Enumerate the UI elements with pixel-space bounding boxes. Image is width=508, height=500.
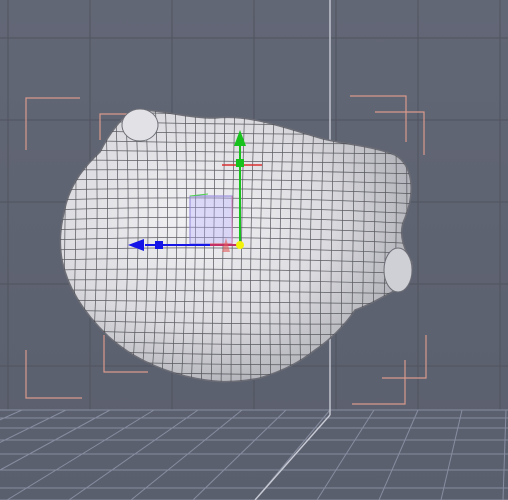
mesh-bump <box>121 108 159 142</box>
safe-frame-corner-top-right <box>350 95 407 142</box>
safe-frame-corner-bottom-right-inner <box>382 335 427 379</box>
gizmo-center-handle[interactable] <box>236 241 244 249</box>
gizmo-z-scale-handle[interactable] <box>155 241 163 249</box>
floor-grid-line <box>6 409 155 500</box>
floor-grid <box>0 409 508 500</box>
floor-grid-line <box>378 409 419 500</box>
floor-grid-line <box>316 409 375 500</box>
floor-grid-line <box>192 409 287 500</box>
mesh-bump <box>383 247 413 293</box>
floor-grid-line <box>130 409 243 500</box>
safe-frame-corner-top-right-inner <box>375 111 425 155</box>
wire-line <box>51 100 55 390</box>
safe-frame-corner-top-left <box>25 97 80 150</box>
floor-grid-line <box>0 409 67 444</box>
floor-grid-line <box>68 409 199 500</box>
floor-grid-line <box>440 409 463 500</box>
wire-line <box>50 100 420 105</box>
safe-frame-corner-bottom-left <box>25 350 82 399</box>
3d-viewport[interactable] <box>0 0 508 500</box>
scene-svg[interactable] <box>0 0 508 500</box>
floor-grid-line <box>0 409 23 421</box>
gizmo-xy-plane-handle[interactable] <box>189 195 233 245</box>
floor-grid-line <box>0 409 111 471</box>
floor-grid-line <box>502 409 507 500</box>
wire-line <box>50 390 420 394</box>
safe-frame-corner-bottom-right <box>352 360 406 405</box>
gizmo-y-scale-handle[interactable] <box>236 159 244 167</box>
